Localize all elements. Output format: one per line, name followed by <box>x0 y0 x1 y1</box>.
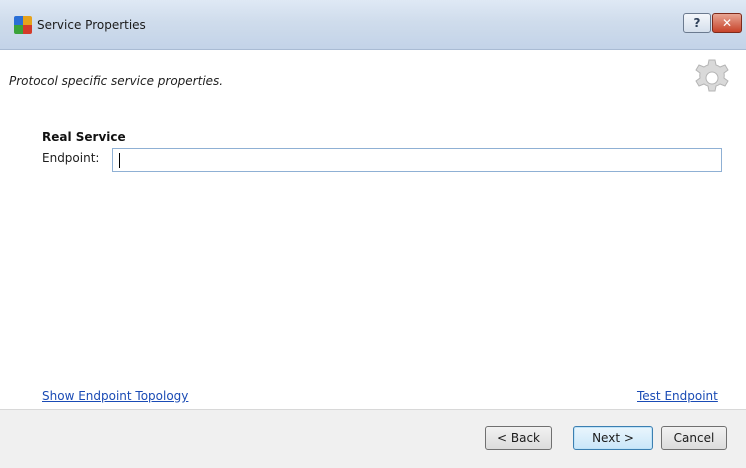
title-bar: Service Properties ? ✕ <box>0 0 746 50</box>
endpoint-input[interactable] <box>112 148 722 172</box>
next-button[interactable]: Next > <box>573 426 653 450</box>
page-subtitle: Protocol specific service properties. <box>9 74 224 88</box>
test-endpoint-link[interactable]: Test Endpoint <box>637 389 718 403</box>
wizard-header: Protocol specific service properties. <box>0 50 746 108</box>
text-caret <box>119 153 120 168</box>
wizard-footer: < Back Next > Cancel <box>0 409 746 468</box>
app-icon <box>14 16 32 34</box>
section-title: Real Service <box>42 130 126 144</box>
close-icon: ✕ <box>721 16 733 30</box>
endpoint-label: Endpoint: <box>42 151 100 165</box>
help-icon: ? <box>693 16 701 30</box>
show-endpoint-topology-link[interactable]: Show Endpoint Topology <box>42 389 188 403</box>
cancel-button[interactable]: Cancel <box>661 426 727 450</box>
gear-icon <box>695 59 729 92</box>
back-button[interactable]: < Back <box>485 426 552 450</box>
window-title: Service Properties <box>37 18 146 32</box>
help-button[interactable]: ? <box>683 13 711 33</box>
close-button[interactable]: ✕ <box>712 13 742 33</box>
